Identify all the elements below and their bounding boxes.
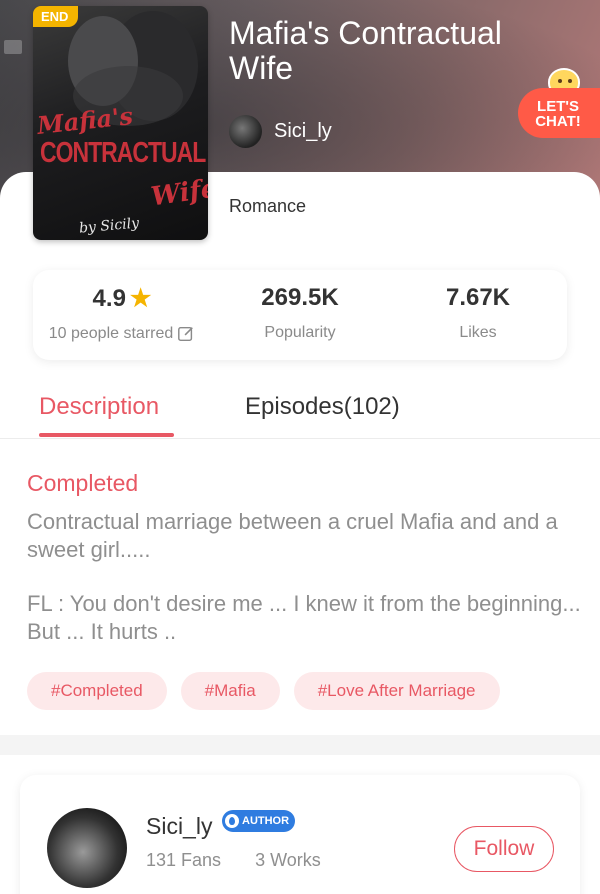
author-badge: AUTHOR	[222, 810, 296, 832]
stats-card: 4.9 ★ 10 people starred 269.5K Popularit…	[33, 270, 567, 360]
rating-label: 10 people starred	[48, 325, 174, 342]
back-icon[interactable]	[4, 40, 22, 54]
edit-icon[interactable]	[177, 325, 195, 343]
rating-value: 4.9	[92, 284, 126, 312]
author-fans: 131 Fans	[146, 850, 222, 870]
stat-popularity: 269.5K Popularity	[211, 270, 389, 360]
popularity-value: 269.5K	[261, 284, 339, 311]
follow-button[interactable]: Follow	[454, 826, 554, 872]
likes-label: Likes	[459, 324, 497, 341]
description-paragraph: Contractual marriage between a cruel Maf…	[27, 509, 558, 562]
author-link[interactable]: Sici_ly	[229, 115, 332, 148]
genre-label[interactable]: Romance	[229, 196, 306, 217]
stat-likes: 7.67K Likes	[389, 270, 567, 360]
tag-love-after-marriage[interactable]: #Love After Marriage	[293, 672, 500, 710]
cover-title-line2: CONTRACTUAL	[40, 135, 206, 169]
stat-rating[interactable]: 4.9 ★ 10 people starred	[33, 270, 211, 360]
section-separator	[0, 735, 600, 755]
likes-value: 7.67K	[445, 284, 511, 311]
tab-divider	[0, 438, 600, 439]
tag-completed[interactable]: #Completed	[27, 672, 167, 710]
tab-episodes[interactable]: Episodes(102)	[245, 393, 400, 421]
author-card: Sici_ly AUTHOR 131 Fans 3 Works Follow	[20, 775, 580, 894]
lets-chat-button[interactable]: LET'S CHAT!	[518, 88, 600, 138]
end-badge: END	[33, 6, 79, 27]
description-text: Contractual marriage between a cruel Maf…	[27, 508, 587, 646]
author-name: Sici_ly	[274, 120, 332, 142]
book-title: Mafia's Contractual Wife	[229, 15, 502, 86]
author-badge-label: AUTHOR	[242, 815, 290, 827]
tag-mafia[interactable]: #Mafia	[180, 672, 280, 710]
author-works: 3 Works	[255, 850, 321, 870]
book-cover[interactable]: END Mafia's CONTRACTUAL Wife by Sicily	[33, 6, 208, 240]
star-icon: ★	[129, 285, 152, 312]
popularity-label: Popularity	[264, 324, 336, 341]
author-avatar	[229, 115, 262, 148]
completion-status: Completed	[27, 470, 139, 496]
tab-description[interactable]: Description	[39, 393, 159, 421]
author-card-avatar[interactable]	[47, 808, 127, 888]
author-stats: 131 Fans 3 Works	[146, 850, 321, 871]
description-paragraph: FL : You don't desire me ... I knew it f…	[27, 591, 581, 644]
tag-list: #Completed #Mafia #Love After Marriage	[27, 672, 500, 710]
author-badge-icon	[225, 814, 239, 828]
active-tab-indicator	[39, 433, 174, 437]
author-card-name[interactable]: Sici_ly	[146, 813, 212, 840]
